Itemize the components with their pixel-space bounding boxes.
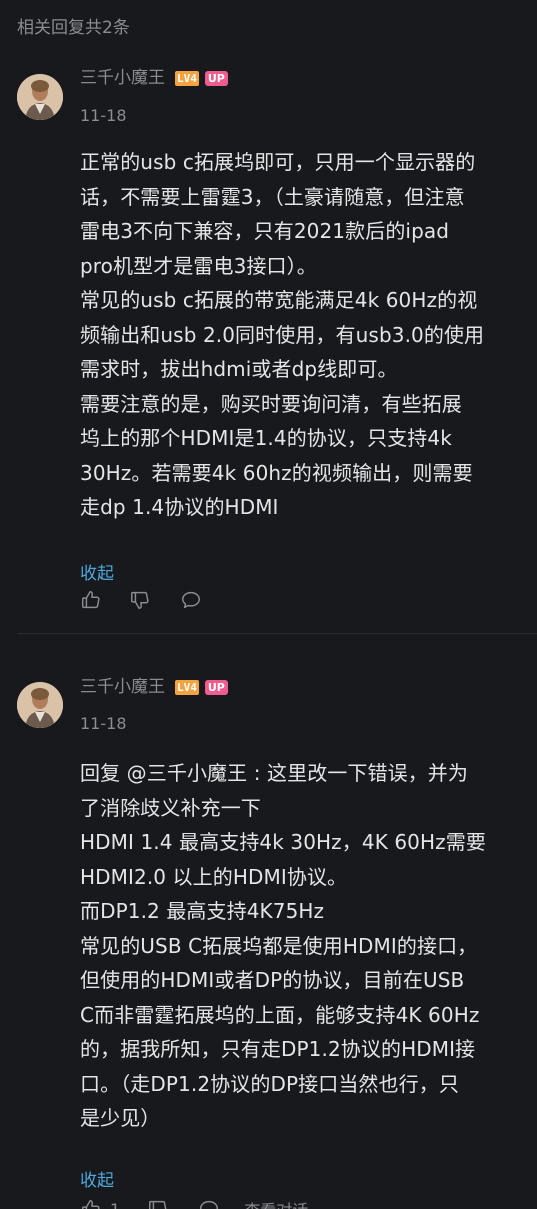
comment-line: 而DP1.2 最高支持4K75Hz (80, 899, 325, 923)
like-icon (82, 1200, 100, 1209)
comment-line: pro机型才是雷电3接口）。 (80, 253, 317, 278)
up-badge: UP (204, 70, 228, 86)
comment-line: 走dp 1.4协议的HDMI (80, 495, 279, 519)
comment-line: 回复 @三千小魔王 : 这里改一下错误，并为 (80, 761, 469, 785)
comment-line: 的，据我所知，只有走DP1.2协议的HDMI接 (80, 1037, 476, 1061)
level-badge: LV4 (175, 679, 199, 695)
username-row: 三千小魔王 LV4 UP (80, 676, 228, 698)
comment-line: 是少见） (80, 1106, 161, 1130)
dislike-icon (149, 1200, 167, 1209)
comment-body: 正常的usb c拓展坞即可，只用一个显示器的 话，不需要上雷霆3，（土豪请随意，… (80, 145, 525, 525)
avatar[interactable] (17, 74, 63, 120)
comment-line: 需求时，拔出hdmi或者dp线即可。 (80, 357, 398, 381)
comment-line: HDMI2.0 以上的HDMI协议。 (80, 864, 348, 889)
like-icon (82, 591, 100, 609)
comment-line: 常见的usb c拓展的带宽能满足4k 60Hz的视 (80, 288, 478, 312)
action-bar: 1 查看对话 (80, 1197, 308, 1209)
up-badge: UP (204, 679, 228, 695)
level-badge: LV4 (175, 70, 199, 86)
collapse-link[interactable]: 收起 (80, 559, 114, 584)
comment-line: 但使用的HDMI或者DP的协议，目前在USB (80, 968, 465, 992)
reply-button[interactable] (198, 1198, 220, 1209)
comment-date: 11-18 (80, 106, 127, 125)
comment-line: 坞上的那个HDMI是1.4的协议，只支持4k (80, 426, 452, 450)
reply-icon (200, 1200, 219, 1209)
collapse-link[interactable]: 收起 (80, 1166, 114, 1191)
view-dialog-link[interactable]: 查看对话 (244, 1197, 308, 1209)
like-button[interactable]: 1 (80, 1198, 120, 1209)
like-count: 1 (110, 1199, 121, 1209)
comment-line: 了消除歧义补充一下 (80, 795, 261, 820)
reply-button[interactable] (180, 589, 202, 611)
comment-line: 常见的USB C拓展坞都是使用HDMI的接口， (80, 933, 478, 958)
comment-divider (17, 633, 537, 634)
comment-line: 正常的usb c拓展坞即可，只用一个显示器的 (80, 150, 476, 174)
dislike-icon (131, 591, 149, 609)
dislike-button[interactable] (147, 1198, 169, 1209)
comment-line: 需要注意的是，购买时要询问清，有些拓展 (80, 391, 462, 416)
comment-date: 11-18 (80, 714, 127, 733)
like-button[interactable] (80, 589, 102, 611)
username[interactable]: 三千小魔王 (80, 676, 165, 698)
comment-line: C而非雷霆拓展坞的上面，能够支持4K 60Hz (80, 1002, 480, 1027)
comment-line: 30Hz。若需要4k 60hz的视频输出，则需要 (80, 460, 473, 485)
dislike-button[interactable] (129, 589, 151, 611)
reply-page: 相关回复共2条 三千小魔王 LV4 UP 11-18 正常的usb c拓展坞即可… (0, 0, 537, 1209)
comment-body: 回复 @三千小魔王 : 这里改一下错误，并为 了消除歧义补充一下 HDMI 1.… (80, 756, 525, 1136)
username[interactable]: 三千小魔王 (80, 67, 165, 89)
reply-icon (182, 591, 200, 609)
comment-line: 口。（走DP1.2协议的DP接口当然也行，只 (80, 1071, 459, 1096)
reply-count-header: 相关回复共2条 (17, 18, 130, 38)
comment-line: 话，不需要上雷霆3，（土豪请随意，但注意 (80, 184, 465, 209)
username-row: 三千小魔王 LV4 UP (80, 67, 228, 89)
comment-line: 频输出和usb 2.0同时使用，有usb3.0的使用 (80, 322, 485, 347)
avatar[interactable] (17, 682, 63, 728)
comment-line: HDMI 1.4 最高支持4k 30Hz，4K 60Hz需要 (80, 830, 486, 854)
action-bar (80, 589, 202, 611)
comment-line: 雷电3不向下兼容，只有2021款后的ipad (80, 219, 450, 243)
